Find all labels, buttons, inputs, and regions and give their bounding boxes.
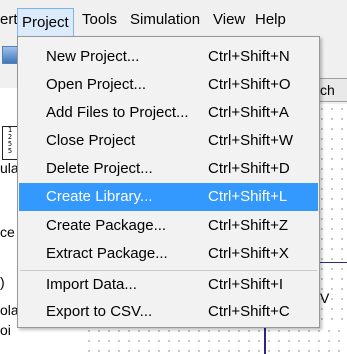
menu-project[interactable]: Project (17, 8, 74, 37)
mini-grid-icon: 1 2 5 5 (2, 126, 18, 160)
panel-text-fragment: ula (0, 160, 19, 176)
search-button[interactable]: ch (317, 78, 347, 102)
menu-bar: ert Project Tools Simulation View Help (0, 0, 347, 39)
menu-item-label: Create Library... (46, 188, 153, 205)
menu-item-label: Export to CSV... (46, 303, 153, 320)
grid-digit: 5 (7, 147, 13, 155)
canvas-label: V (320, 290, 330, 306)
menu-item-extract-package[interactable]: Extract Package... Ctrl+Shift+X (19, 240, 318, 268)
menu-item-label: Delete Project... (46, 160, 153, 177)
menu-item-create-library[interactable]: Create Library... Ctrl+Shift+L (19, 183, 318, 211)
menu-item-label: Import Data... (46, 276, 137, 293)
menu-item-label: New Project... (46, 48, 140, 65)
menu-tools[interactable]: Tools (78, 9, 121, 31)
toolbar-save-icon[interactable] (2, 46, 18, 64)
panel-text-fragment: ) (0, 274, 5, 290)
project-menu-dropdown: New Project... Ctrl+Shift+N Open Project… (17, 36, 320, 328)
menu-item-shortcut: Ctrl+Shift+D (208, 160, 290, 177)
canvas-wire (264, 326, 266, 354)
menu-item-delete-project[interactable]: Delete Project... Ctrl+Shift+D (19, 155, 318, 183)
menu-help[interactable]: Help (251, 9, 290, 31)
menu-item-export-csv[interactable]: Export to CSV... Ctrl+Shift+C (19, 298, 318, 326)
menu-item-shortcut: Ctrl+Shift+C (208, 303, 290, 320)
panel-text-fragment: ola (0, 302, 19, 318)
menu-item-label: Create Package... (46, 217, 167, 234)
menu-item-open-project[interactable]: Open Project... Ctrl+Shift+O (19, 71, 318, 99)
menu-item-shortcut: Ctrl+Shift+I (208, 276, 284, 293)
menu-item-label: Close Project (46, 132, 136, 149)
menu-item-shortcut: Ctrl+Shift+O (208, 76, 291, 93)
canvas-area[interactable] (317, 104, 347, 354)
canvas-line (317, 262, 347, 263)
menu-item-add-files[interactable]: Add Files to Project... Ctrl+Shift+A (19, 99, 318, 127)
canvas-area-bottom[interactable] (84, 326, 347, 354)
menu-item-new-project[interactable]: New Project... Ctrl+Shift+N (19, 43, 318, 71)
menu-item-label: Open Project... (46, 76, 147, 93)
menu-item-create-package[interactable]: Create Package... Ctrl+Shift+Z (19, 212, 318, 240)
panel-text-fragment: ce (0, 224, 15, 240)
menu-item-close-project[interactable]: Close Project Ctrl+Shift+W (19, 127, 318, 155)
menu-item-shortcut: Ctrl+Shift+A (208, 104, 289, 121)
menu-item-shortcut: Ctrl+Shift+W (208, 132, 294, 149)
menu-item-label: Extract Package... (46, 245, 168, 262)
panel-text-fragment: oi (0, 322, 11, 338)
menu-item-label: Add Files to Project... (46, 104, 189, 121)
menu-item-import-data[interactable]: Import Data... Ctrl+Shift+I (19, 271, 318, 299)
menu-simulation[interactable]: Simulation (126, 9, 204, 31)
menu-item-shortcut: Ctrl+Shift+N (208, 48, 290, 65)
menu-item-shortcut: Ctrl+Shift+L (208, 188, 288, 205)
menu-item-shortcut: Ctrl+Shift+X (208, 245, 289, 262)
menu-view[interactable]: View (209, 9, 249, 31)
menu-item-shortcut: Ctrl+Shift+Z (208, 217, 289, 234)
